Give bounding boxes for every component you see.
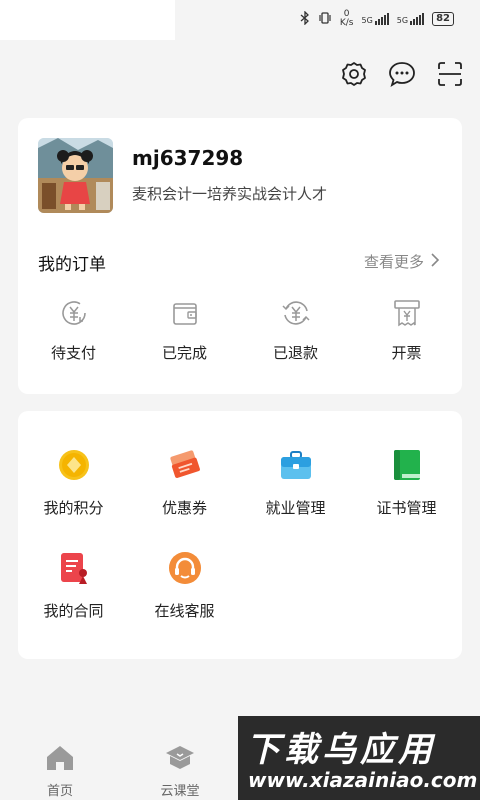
- nav-label: 云课堂: [160, 784, 200, 799]
- refund-icon: [279, 296, 313, 330]
- top-actions: [340, 60, 464, 88]
- service-label: 我的积分: [43, 499, 104, 517]
- scan-icon[interactable]: [436, 60, 464, 88]
- service-certificates[interactable]: 证书管理: [351, 447, 462, 550]
- briefcase-icon: [278, 447, 314, 483]
- status-bar-blank: [0, 0, 175, 40]
- cloud-class-icon: [164, 744, 196, 776]
- order-pending-payment[interactable]: 待支付: [18, 296, 129, 363]
- coupon-icon: [167, 447, 203, 483]
- points-icon: [56, 447, 92, 483]
- profile-bio: 麦积会计一培养实战会计人才: [132, 185, 328, 203]
- home-icon: [44, 744, 76, 776]
- wallet-icon: [168, 296, 202, 330]
- order-invoice[interactable]: 开票: [351, 296, 462, 363]
- service-label: 证书管理: [376, 499, 437, 517]
- see-more-label: 查看更多: [363, 253, 424, 271]
- services-card: 我的积分 优惠券 就业管理 证书管理 我的合同 在线客服: [18, 411, 462, 659]
- signal-1: 5G: [361, 13, 389, 25]
- service-coupons[interactable]: 优惠券: [129, 447, 240, 550]
- watermark: 下载乌应用 www.xiazainiao.com: [238, 716, 480, 800]
- orders-title: 我的订单: [38, 255, 106, 275]
- chat-bubble-icon[interactable]: [388, 60, 416, 88]
- username: mj637298: [132, 146, 244, 170]
- signal-2: 5G: [397, 13, 425, 25]
- order-label: 已完成: [161, 344, 207, 362]
- service-customer-support[interactable]: 在线客服: [129, 550, 240, 653]
- invoice-icon: [390, 296, 424, 330]
- service-label: 优惠券: [161, 499, 207, 517]
- pending-payment-icon: [57, 296, 91, 330]
- services-grid: 我的积分 优惠券 就业管理 证书管理 我的合同 在线客服: [18, 447, 462, 653]
- nav-label: 首页: [46, 784, 73, 799]
- gear-icon[interactable]: [340, 60, 368, 88]
- order-status-row: 待支付 已完成 已退款 开票: [18, 296, 462, 363]
- vibrate-icon: [318, 11, 332, 28]
- certificate-book-icon: [389, 447, 425, 483]
- contract-icon: [56, 550, 92, 586]
- profile-card: mj637298 麦积会计一培养实战会计人才 我的订单 查看更多 待支付 已完成…: [18, 118, 462, 394]
- order-completed[interactable]: 已完成: [129, 296, 240, 363]
- watermark-title: 下载乌应用: [246, 730, 436, 770]
- status-icons: 0 K/s 5G 5G 82: [300, 10, 454, 28]
- nav-cloud-class[interactable]: 云课堂: [140, 744, 220, 799]
- order-label: 待支付: [50, 344, 96, 362]
- order-refunded[interactable]: 已退款: [240, 296, 351, 363]
- status-bar: 0 K/s 5G 5G 82: [0, 0, 480, 40]
- order-label: 已退款: [272, 344, 318, 362]
- battery-indicator: 82: [432, 12, 454, 26]
- chevron-right-icon: [430, 252, 440, 272]
- customer-service-icon: [167, 550, 203, 586]
- see-more-link[interactable]: 查看更多: [364, 251, 440, 272]
- avatar[interactable]: [38, 138, 113, 213]
- watermark-url: www.xiazainiao.com: [248, 768, 478, 792]
- service-contracts[interactable]: 我的合同: [18, 550, 129, 653]
- service-points[interactable]: 我的积分: [18, 447, 129, 550]
- service-label: 我的合同: [43, 602, 104, 620]
- network-speed: 0 K/s: [339, 9, 354, 28]
- nav-home[interactable]: 首页: [20, 744, 100, 799]
- bluetooth-icon: [300, 9, 310, 28]
- order-label: 开票: [391, 344, 422, 362]
- service-label: 在线客服: [154, 602, 215, 620]
- service-employment[interactable]: 就业管理: [240, 447, 351, 550]
- service-label: 就业管理: [265, 499, 326, 517]
